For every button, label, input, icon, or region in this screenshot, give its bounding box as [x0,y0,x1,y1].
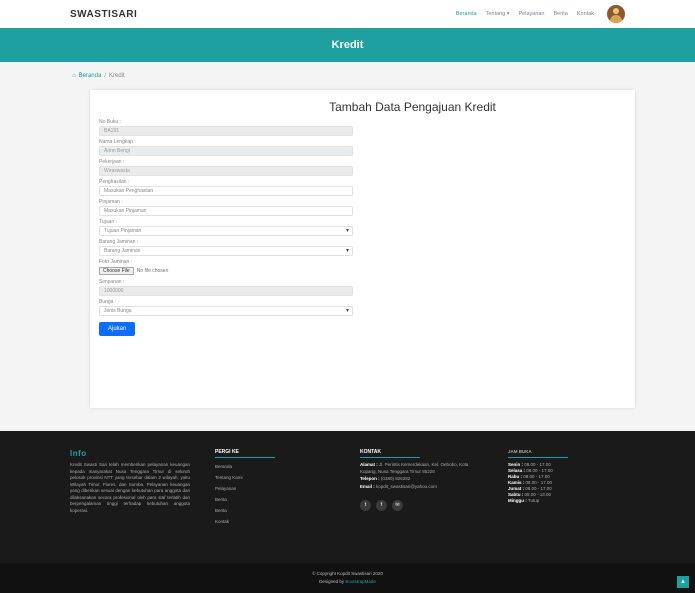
social-links: t f ✉ [360,500,485,511]
nav-item-pelayanan[interactable]: Pelayanan [519,11,545,17]
hours-time: 08.00 - 17.00 [523,474,550,479]
nama-field: Arinn Bengi [99,146,353,156]
footer: Info Kredit Swasti Sari telah memberikan… [0,431,695,563]
brand-logo[interactable]: SWASTISARI [70,9,137,20]
footer-link-berita[interactable]: Berita [215,497,305,502]
copyright-bar: © Copyright Kopdit Swastisari 2020 Desig… [0,563,695,593]
twitter-icon[interactable]: t [360,500,371,511]
hours-time: 08.00 - 17.00 [525,486,552,491]
label-pekerjaan: Pekerjaan : [99,159,125,165]
label-pinjaman: Pinjaman : [99,199,123,205]
no-buku-field: BA191 [99,126,353,136]
breadcrumb-separator: / [104,73,106,79]
designed-by-prefix: Designed by [319,579,345,584]
barang-jaminan-select[interactable]: Barang Jaminan [99,246,353,256]
hours-day: Rabu : [508,474,522,479]
footer-link-kontak[interactable]: Kontak [215,519,305,524]
hours-day: Senin : [508,462,524,467]
nav-menu: Beranda Tentang ▾ Pelayanan Berita Konta… [456,5,625,23]
hours-time: Tutup [527,498,540,503]
hours-day: Kamis : [508,480,525,485]
page-title: Kredit [331,39,364,51]
penghasilan-input[interactable]: Masukan Penghasilan [99,186,353,196]
hours-time: 08.00 - 17.00 [524,462,551,467]
email-text: kopdit_swastisari@yahoo.com [376,483,437,489]
credit-form: No Buku : BA191 Nama Lengkap : Arinn Ben… [99,116,353,336]
nav-item-berita[interactable]: Berita [554,11,568,17]
footer-info: Info Kredit Swasti Sari telah memberikan… [70,449,190,514]
footer-link-beranda[interactable]: Beranda [215,464,305,469]
footer-link-berita-2[interactable]: Berita [215,508,305,513]
label-simpanan: Simpanan : [99,279,125,285]
simpanan-field: 1000000 [99,286,353,296]
footer-link-pelayanan[interactable]: Pelayanan [215,486,305,491]
hours-day: Sabtu : [508,492,524,497]
form-card: Tambah Data Pengajuan Kredit No Buku : B… [90,90,635,408]
label-bunga: Bunga : [99,299,117,305]
footer-menu: PERGI KE Beranda Tentang Kami Pelayanan … [215,449,305,524]
footer-hours: JAM BUKA Senin : 08.00 - 17.00 Selasa : … [508,449,633,504]
hours-day: Minggu : [508,498,527,503]
back-to-top-button[interactable]: ▲ [677,576,689,588]
label-penghasilan: Penghasilan : [99,179,130,185]
breadcrumb: ⌂ Beranda / Kredit [72,73,125,79]
phone-label: Telepon : [360,476,380,481]
phone-text: (0380) 826282 [380,476,411,481]
nav-item-tentang[interactable]: Tentang ▾ [486,11,510,17]
label-tujuan: Tujuan : [99,219,117,225]
nav-item-kontak[interactable]: Kontak [577,11,594,17]
nav-item-beranda[interactable]: Beranda [456,11,477,17]
pekerjaan-field: Wiraswasta [99,166,353,176]
tujuan-select[interactable]: Tujuan Pinjaman [99,226,353,236]
choose-file-button[interactable]: Choose File [99,267,134,275]
label-nama: Nama Lengkap : [99,139,136,145]
hours-time: 08.00 - 13.00 [524,492,552,497]
breadcrumb-home[interactable]: Beranda [79,73,102,79]
email-label: Email : [360,483,375,489]
footer-contact: KONTAK Alamat : Jl. Perintis Kemerdekaan… [360,449,485,511]
footer-info-text: Kredit Swasti Sari telah memberikan pela… [70,462,190,513]
facebook-icon[interactable]: f [376,500,387,511]
footer-hours-title: JAM BUKA [508,449,568,458]
breadcrumb-current: Kredit [108,73,125,79]
pinjaman-input[interactable]: Masukan Pinjaman [99,206,353,216]
designer-link[interactable]: BootstrapMade [345,579,376,584]
footer-link-tentang[interactable]: Tentang Kami [215,475,305,480]
label-barang-jaminan: Barang Jaminan : [99,239,139,245]
footer-menu-title: PERGI KE [215,449,275,458]
hours-time: 08.00 - 17.00 [525,480,553,485]
footer-contact-title: KONTAK [360,449,420,458]
avatar[interactable] [607,5,625,23]
form-title: Tambah Data Pengajuan Kredit [329,100,496,114]
navbar: SWASTISARI Beranda Tentang ▾ Pelayanan B… [0,0,695,28]
mail-icon[interactable]: ✉ [392,500,403,511]
address-label: Alamat : [360,462,378,467]
page-banner: Kredit [0,28,695,62]
label-no-buku: No Buku : [99,119,121,125]
hours-day: Selasa : [508,468,526,473]
ajukan-button[interactable]: Ajukan [99,322,136,336]
home-icon[interactable]: ⌂ [72,73,76,79]
designed-by: Designed by BootstrapMade [0,579,695,584]
file-status: No file chosen [136,268,169,274]
hours-time: 08.00 - 17.00 [526,468,553,473]
copyright-text: © Copyright Kopdit Swastisari 2020 [312,571,383,576]
foto-jaminan-file-input: Choose File No file chosen [99,266,353,276]
bunga-select[interactable]: Jenis Bunga [99,306,353,316]
label-foto-jaminan: Foto Jaminan : [99,259,133,265]
hours-day: Jumat : [508,486,525,491]
footer-info-title: Info [70,449,87,458]
